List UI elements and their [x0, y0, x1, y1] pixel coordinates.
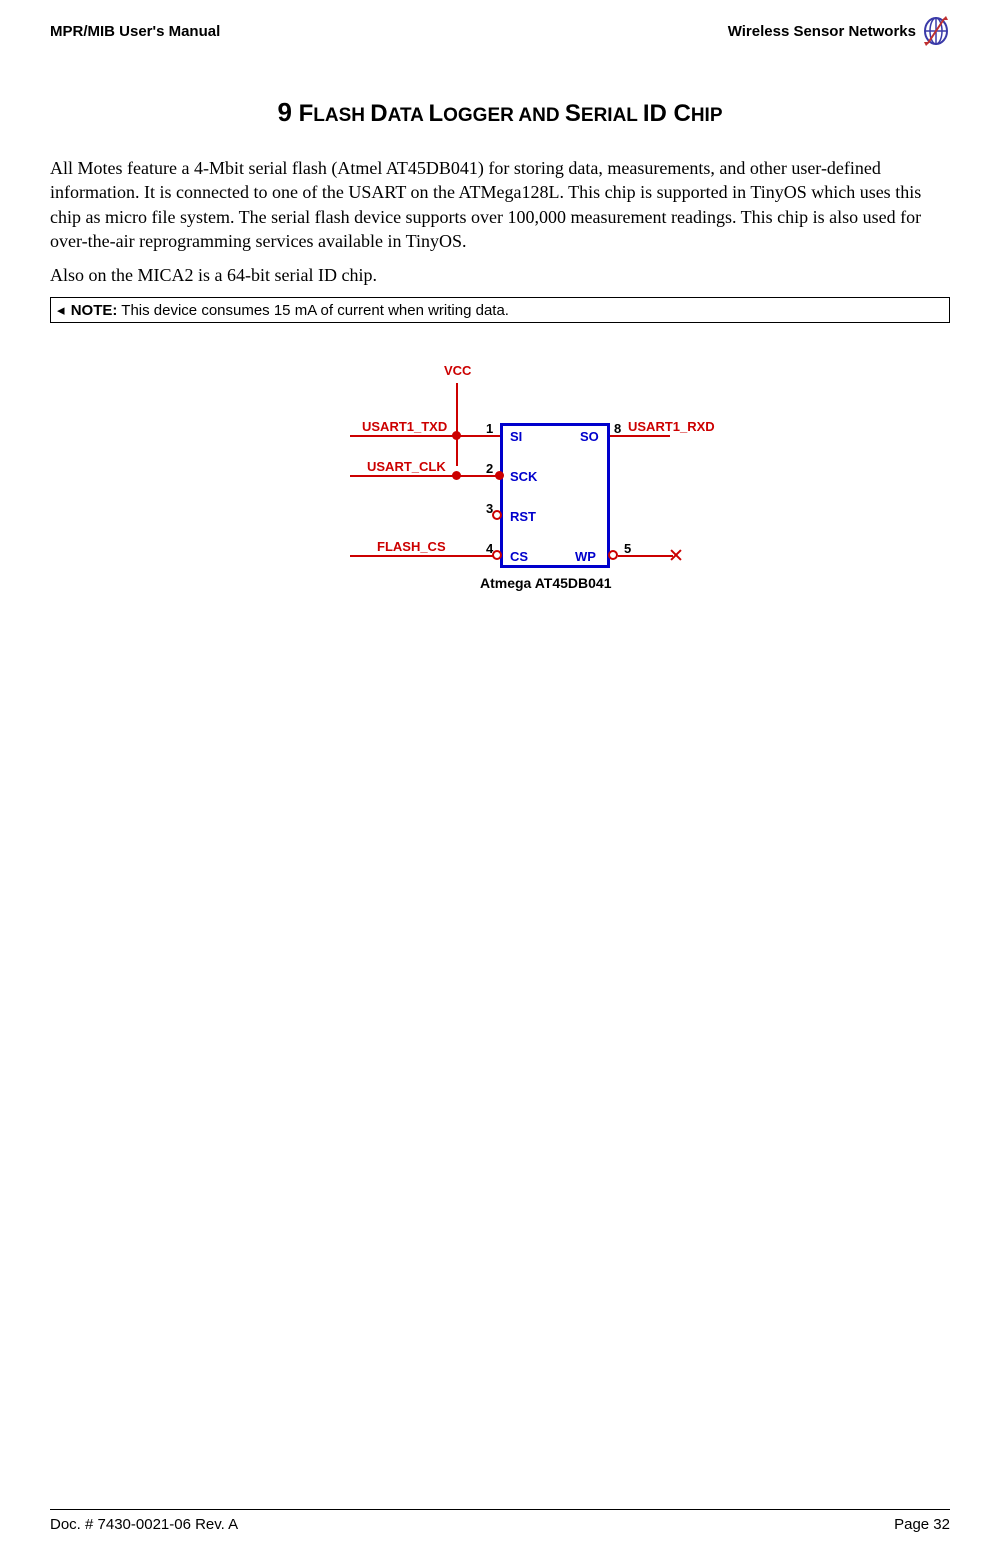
pin-rst: RST — [510, 509, 536, 524]
paragraph-1: All Motes feature a 4-Mbit serial flash … — [50, 156, 950, 253]
vcc-junction-dot — [452, 431, 461, 440]
footer-doc-number: Doc. # 7430-0021-06 Rev. A — [50, 1516, 238, 1533]
signal-vcc: VCC — [444, 363, 471, 378]
signal-usart1-rxd: USART1_RXD — [628, 419, 715, 434]
signal-usart-clk: USART_CLK — [367, 459, 446, 474]
pin-num-2: 2 — [486, 461, 493, 476]
note-box: ◂ NOTE: This device consumes 15 mA of cu… — [50, 297, 950, 323]
header-right-text: Wireless Sensor Networks — [728, 23, 916, 40]
wire-cs — [350, 555, 493, 557]
wire-vcc — [456, 383, 458, 466]
wsn-logo-icon — [922, 15, 950, 47]
paragraph-2: Also on the MICA2 is a 64-bit serial ID … — [50, 263, 950, 287]
pin-num-3: 3 — [486, 501, 493, 516]
note-bullet-icon: ◂ — [57, 302, 65, 319]
chapter-number: 9 — [277, 97, 291, 127]
header-right: Wireless Sensor Networks — [728, 15, 950, 47]
pin-num-5: 5 — [624, 541, 631, 556]
pin-si: SI — [510, 429, 522, 444]
note-text: This device consumes 15 mA of current wh… — [121, 302, 509, 319]
header-left: MPR/MIB User's Manual — [50, 23, 220, 40]
page-header: MPR/MIB User's Manual Wireless Sensor Ne… — [50, 15, 950, 47]
wire-clk — [350, 475, 500, 477]
wire-wp — [618, 555, 673, 557]
note-label: NOTE: — [71, 302, 118, 319]
nc-x-icon — [670, 549, 682, 561]
chip-caption: Atmega AT45DB041 — [480, 575, 612, 591]
pin-num-8: 8 — [614, 421, 621, 436]
vcc-junction-dot-2 — [452, 471, 461, 480]
signal-usart1-txd: USART1_TXD — [362, 419, 447, 434]
chip-diagram: VCC USART1_TXD 1 SI SO 8 USART1_RXD USAR… — [250, 353, 750, 613]
pin-wp: WP — [575, 549, 596, 564]
signal-flash-cs: FLASH_CS — [377, 539, 446, 554]
pin-circle-wp — [608, 550, 618, 560]
pin-cs: CS — [510, 549, 528, 564]
pin-so: SO — [580, 429, 599, 444]
chip-body — [500, 423, 610, 568]
footer-page-number: Page 32 — [894, 1516, 950, 1533]
pin-sck: SCK — [510, 469, 537, 484]
wire-txd — [350, 435, 500, 437]
page-footer: Doc. # 7430-0021-06 Rev. A Page 32 — [50, 1509, 950, 1533]
pin-num-1: 1 — [486, 421, 493, 436]
chapter-title: 9 FLASH DATA LOGGER AND SERIAL ID CHIP — [50, 97, 950, 128]
